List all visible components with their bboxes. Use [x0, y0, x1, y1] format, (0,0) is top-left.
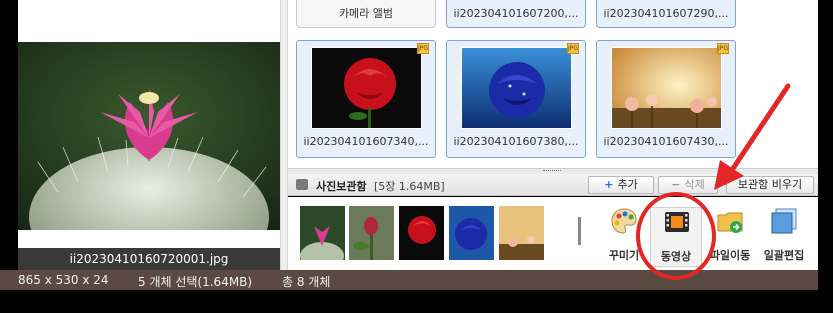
folder-tile-camera-album[interactable]: 카메라 앨범	[296, 0, 436, 28]
thumbnail-label: ii2023041016073​40,...	[303, 135, 429, 148]
folder-label: 카메라 앨범	[338, 7, 394, 20]
app-window: ii20230410160720001.jpg 카메라 앨범 ii2023041…	[0, 0, 833, 313]
thumbnail-tile[interactable]: JPG ii2023041016073​80,...	[446, 40, 586, 158]
vault-count: [5장 1.64MB]	[374, 180, 445, 193]
vault-thumbnail[interactable]	[449, 206, 494, 260]
thumbnail-label: ii2023041016072​00,...	[453, 7, 579, 20]
annotation-arrow-icon	[714, 83, 791, 190]
jpg-badge-icon: JPG	[417, 43, 429, 54]
image-dimensions: 865 x 530 x 24	[18, 273, 109, 287]
thumbnail-image-blue-rose	[461, 47, 572, 129]
thumbnail-image-red-rose	[311, 47, 422, 129]
vault-thumbnail[interactable]	[300, 206, 345, 260]
folder-move-icon	[717, 212, 743, 233]
palette-icon	[611, 208, 637, 234]
vault-thumbnail[interactable]	[399, 206, 444, 260]
preview-filename: ii20230410160720001.jpg	[18, 248, 280, 270]
total-count: 총 8 개체	[282, 275, 331, 289]
preview-panel: ii20230410160720001.jpg	[18, 0, 280, 270]
vault-scrollbar[interactable]	[578, 217, 581, 245]
thumbnail-tile[interactable]: ii2023041016072​00,...	[446, 0, 586, 28]
add-button[interactable]: + 추가	[588, 176, 654, 194]
vault-thumbnail[interactable]	[499, 206, 544, 260]
thumbnail-tile[interactable]: JPG ii2023041016073​40,...	[296, 40, 436, 158]
thumbnail-label: ii2023041016073​80,...	[453, 135, 579, 148]
splitter-grip-icon	[543, 170, 561, 172]
jpg-badge-icon: JPG	[567, 43, 579, 54]
batch-edit-tool-label: 일괄편집	[763, 249, 805, 262]
plus-icon: +	[604, 178, 614, 191]
jpg-badge-icon: JPG	[717, 43, 729, 54]
highlight-circle	[636, 192, 716, 280]
thumbnail-label: ii2023041016072​90,...	[603, 7, 729, 20]
vault-thumbnail[interactable]	[349, 206, 394, 260]
thumbnail-tile[interactable]: ii2023041016072​90,...	[596, 0, 736, 28]
add-button-label: 추가	[617, 178, 638, 191]
vault-title: 사진보관함	[316, 180, 367, 193]
minus-icon: −	[671, 178, 681, 191]
batch-edit-icon	[771, 208, 797, 234]
preview-image	[18, 42, 280, 230]
batch-edit-tool-button[interactable]: 일괄편집	[758, 207, 810, 267]
vertical-splitter[interactable]	[280, 0, 288, 270]
selection-status: 5 개체 선택(1.64MB)	[138, 275, 253, 289]
vault-box-icon	[296, 179, 308, 190]
photo-vault-content: 꾸미기 동영상 파일이동 일괄편집	[288, 197, 818, 270]
